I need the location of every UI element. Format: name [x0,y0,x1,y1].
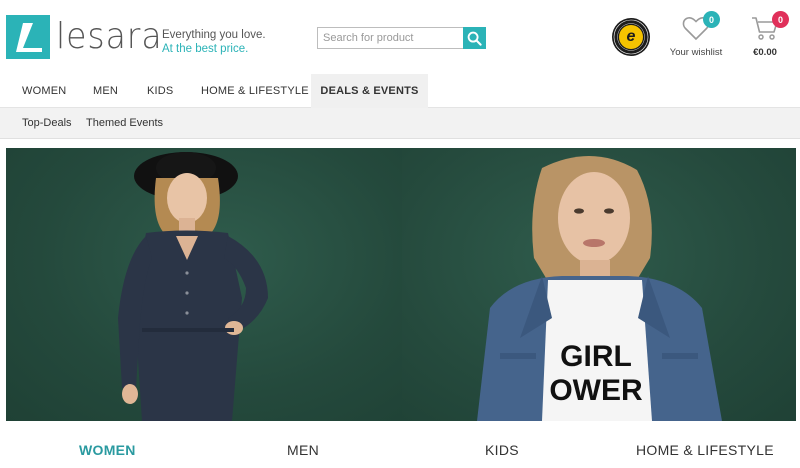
search-icon [467,31,482,46]
wishlist-count-badge: 0 [703,11,720,28]
site-header: lesara Everything you love. At the best … [0,0,800,74]
category-bar: WOMEN MEN KIDS HOME & LIFESTYLE [0,430,800,468]
tagline-line-2: At the best price. [162,43,249,55]
category-men[interactable]: MEN [287,442,319,458]
search-input[interactable] [317,27,463,49]
nav-item-men[interactable]: MEN [93,74,118,108]
cart[interactable]: 0 €0.00 [745,11,789,58]
nav-item-kids[interactable]: KIDS [147,74,173,108]
cart-icon: 0 [750,11,789,42]
search-button[interactable] [463,27,486,49]
model-denim-jacket-image: GIRL OWER [477,155,722,421]
logo-mark-icon [6,15,50,59]
hero-women-image[interactable] [6,148,402,421]
sub-nav: Top-Deals Themed Events [0,108,800,139]
main-nav: WOMEN MEN KIDS HOME & LIFESTYLE DEALS & … [0,74,800,108]
subnav-item-themed-events[interactable]: Themed Events [86,108,163,139]
trusted-ring-icon [613,19,649,55]
hero-banner: GIRL OWER [6,148,796,421]
heart-icon: 0 [681,11,720,42]
nav-item-home-lifestyle[interactable]: HOME & LIFESTYLE [201,74,309,108]
hero-jacket-image[interactable]: GIRL OWER [402,148,796,421]
shirt-text-line-2: OWER [549,374,643,407]
tagline: Everything you love. At the best price. [162,28,266,56]
trusted-shops-badge[interactable]: e [612,18,650,56]
category-kids[interactable]: KIDS [485,442,519,458]
subnav-item-top-deals[interactable]: Top-Deals [22,108,72,139]
cart-amount: €0.00 [753,47,777,58]
lesara-logo[interactable]: lesara [6,15,172,59]
category-home-lifestyle[interactable]: HOME & LIFESTYLE [636,442,774,458]
logo-wordmark: lesara [56,16,163,57]
model-denim-dress-image [118,152,268,421]
category-women[interactable]: WOMEN [79,442,136,458]
wishlist-label: Your wishlist [669,47,723,58]
cart-count-badge: 0 [772,11,789,28]
shirt-text-line-1: GIRL [560,340,632,373]
search-bar [317,27,486,49]
nav-item-deals-events[interactable]: DEALS & EVENTS [311,74,428,108]
nav-item-women[interactable]: WOMEN [22,74,66,108]
tagline-line-1: Everything you love. [162,29,266,41]
wishlist[interactable]: 0 Your wishlist [668,11,724,58]
